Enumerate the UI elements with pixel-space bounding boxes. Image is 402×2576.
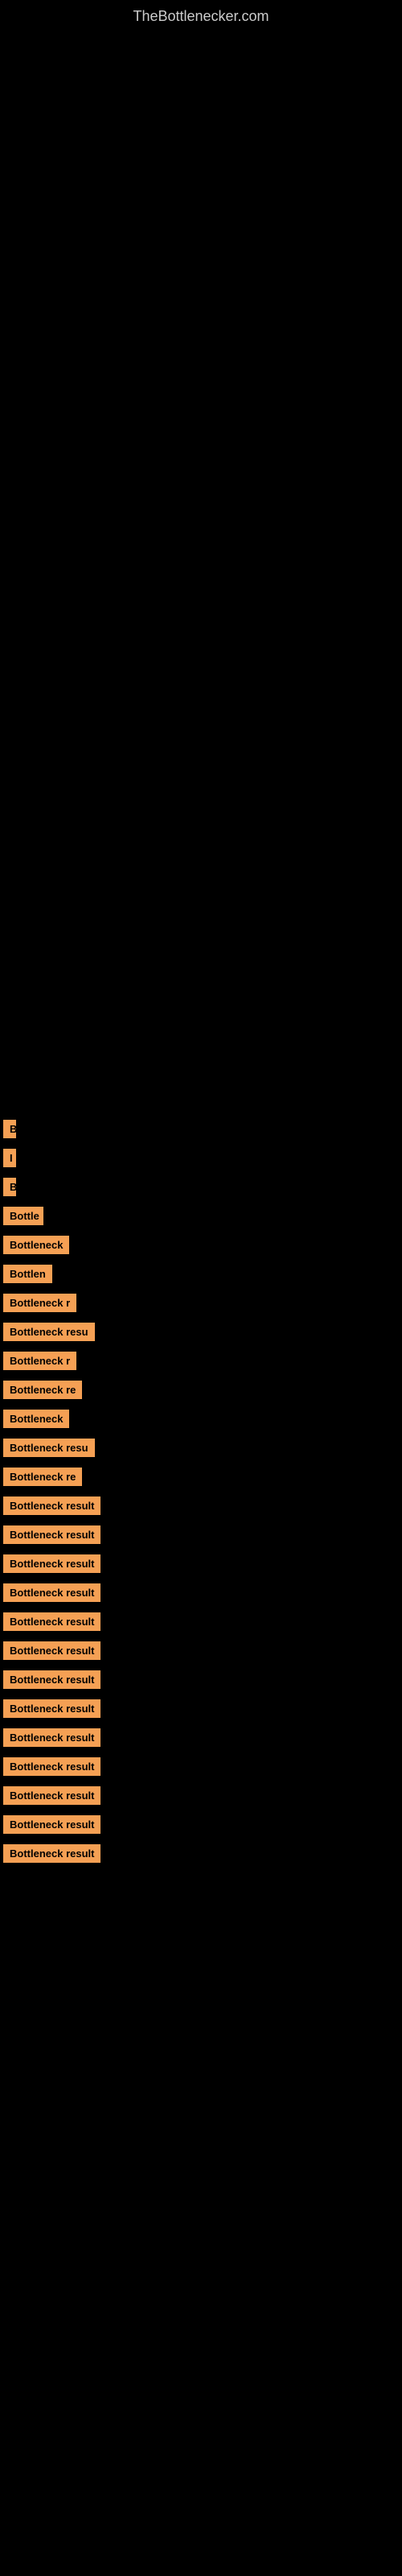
bottleneck-label[interactable]: Bottleneck bbox=[3, 1236, 69, 1254]
list-item: Bottleneck result bbox=[3, 1815, 402, 1838]
bottleneck-label[interactable]: Bottleneck re bbox=[3, 1381, 82, 1399]
bottleneck-label[interactable]: Bottlen bbox=[3, 1265, 52, 1283]
list-item: Bottle bbox=[3, 1207, 402, 1229]
bottleneck-label[interactable]: Bottleneck result bbox=[3, 1757, 100, 1776]
list-item: Bottleneck r bbox=[3, 1352, 402, 1374]
list-item: Bottleneck result bbox=[3, 1525, 402, 1548]
bottleneck-label[interactable]: Bottleneck result bbox=[3, 1554, 100, 1573]
bottleneck-label[interactable]: Bottleneck result bbox=[3, 1496, 100, 1515]
list-item: Bottleneck result bbox=[3, 1670, 402, 1693]
list-item: Bottleneck result bbox=[3, 1786, 402, 1809]
list-item: Bottleneck result bbox=[3, 1641, 402, 1664]
bottleneck-label[interactable]: Bottleneck result bbox=[3, 1786, 100, 1805]
list-item: Bottleneck r bbox=[3, 1294, 402, 1316]
list-item: Bottleneck re bbox=[3, 1468, 402, 1490]
bottleneck-label[interactable]: Bottleneck result bbox=[3, 1525, 100, 1544]
bottleneck-label[interactable]: Bottleneck resu bbox=[3, 1439, 95, 1457]
main-content: BIB Bottle Bottleneck Bottlen Bottleneck r Bo… bbox=[0, 33, 402, 1867]
bottleneck-label[interactable]: Bottleneck re bbox=[3, 1468, 82, 1486]
list-item: Bottleneck bbox=[3, 1410, 402, 1432]
list-item: Bottleneck result bbox=[3, 1554, 402, 1577]
bottleneck-label[interactable]: B bbox=[3, 1178, 16, 1196]
list-item: Bottlen bbox=[3, 1265, 402, 1287]
bottleneck-label[interactable]: Bottleneck result bbox=[3, 1728, 100, 1747]
bottleneck-label[interactable]: Bottleneck resu bbox=[3, 1323, 95, 1341]
site-title: TheBottlenecker.com bbox=[0, 0, 402, 33]
bottleneck-label[interactable]: Bottleneck result bbox=[3, 1699, 100, 1718]
list-item: B bbox=[3, 1178, 402, 1200]
list-item: Bottleneck result bbox=[3, 1757, 402, 1780]
bottleneck-label[interactable]: Bottle bbox=[3, 1207, 43, 1225]
bottleneck-label[interactable]: Bottleneck result bbox=[3, 1815, 100, 1834]
bottleneck-label[interactable]: Bottleneck result bbox=[3, 1670, 100, 1689]
list-item: Bottleneck result bbox=[3, 1844, 402, 1867]
bottleneck-label[interactable]: Bottleneck r bbox=[3, 1294, 76, 1312]
list-item: I bbox=[3, 1149, 402, 1171]
list-item: Bottleneck result bbox=[3, 1728, 402, 1751]
bottleneck-label[interactable]: Bottleneck result bbox=[3, 1583, 100, 1602]
bottleneck-label[interactable]: Bottleneck result bbox=[3, 1612, 100, 1631]
bottleneck-label[interactable]: I bbox=[3, 1149, 16, 1167]
list-item: Bottleneck resu bbox=[3, 1323, 402, 1345]
list-item: Bottleneck re bbox=[3, 1381, 402, 1403]
list-item: Bottleneck bbox=[3, 1236, 402, 1258]
list-item: Bottleneck result bbox=[3, 1496, 402, 1519]
list-item: B bbox=[3, 1120, 402, 1142]
bottleneck-label[interactable]: Bottleneck result bbox=[3, 1844, 100, 1863]
bottleneck-label[interactable]: Bottleneck result bbox=[3, 1641, 100, 1660]
bottleneck-label[interactable]: Bottleneck r bbox=[3, 1352, 76, 1370]
list-item: Bottleneck resu bbox=[3, 1439, 402, 1461]
list-item: Bottleneck result bbox=[3, 1612, 402, 1635]
list-item: Bottleneck result bbox=[3, 1583, 402, 1606]
bottleneck-label[interactable]: B bbox=[3, 1120, 16, 1138]
list-item: Bottleneck result bbox=[3, 1699, 402, 1722]
bottleneck-label[interactable]: Bottleneck bbox=[3, 1410, 69, 1428]
